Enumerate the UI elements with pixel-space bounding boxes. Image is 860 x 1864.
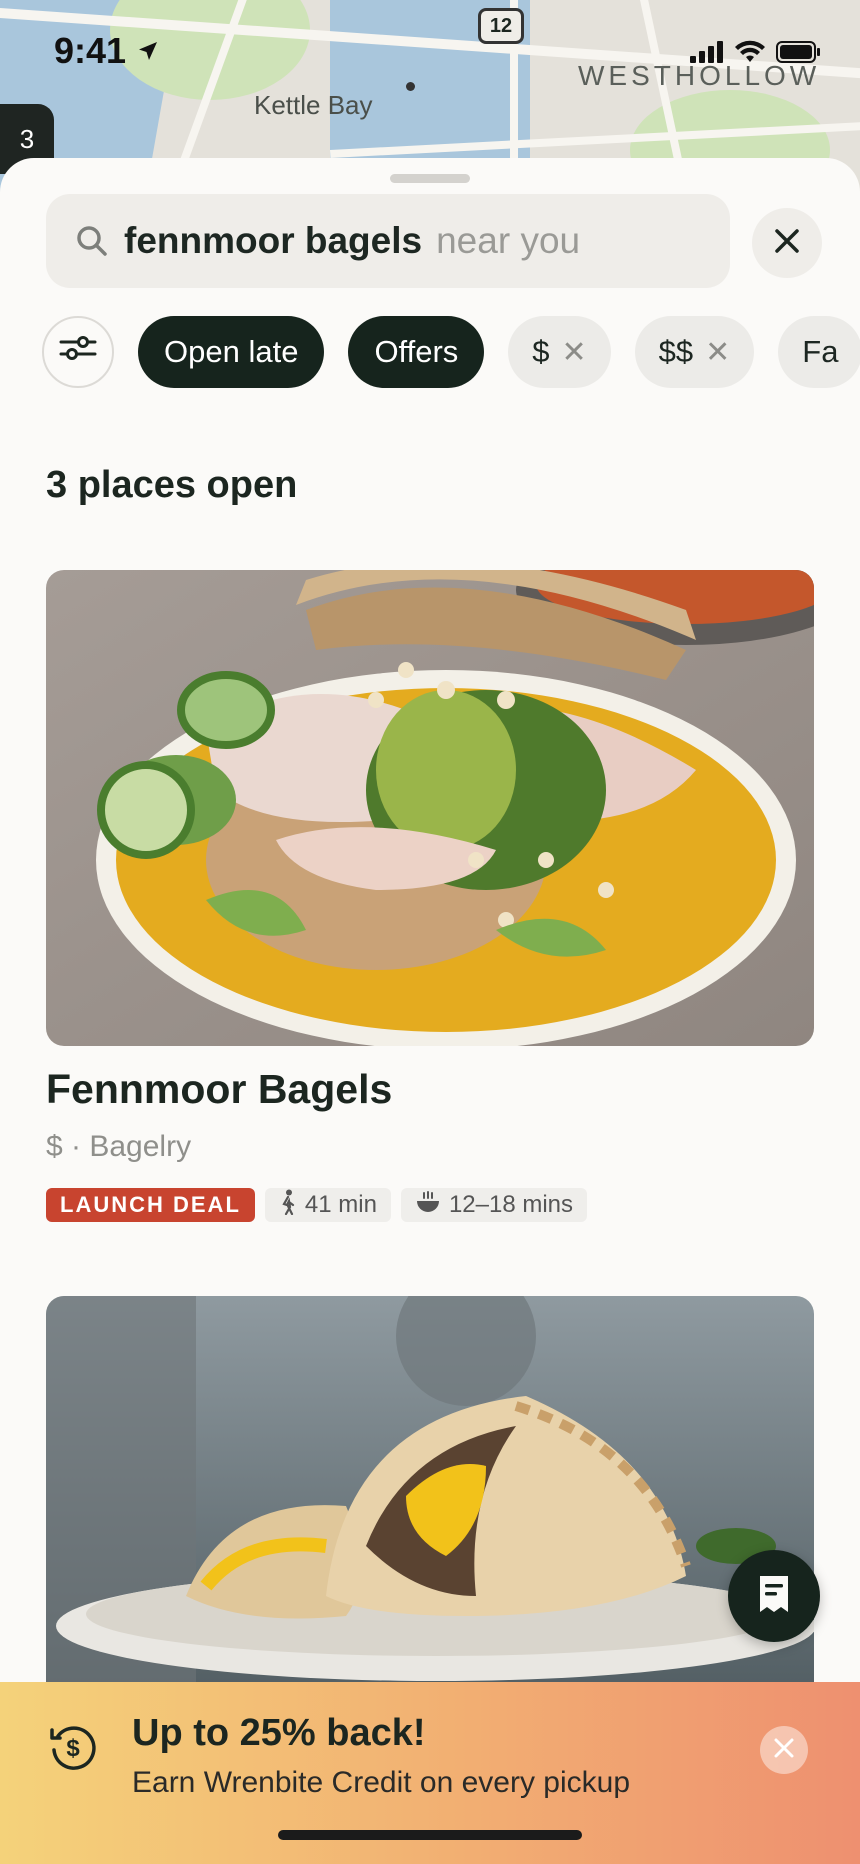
battery-icon xyxy=(776,40,822,69)
chip-label: Open late xyxy=(164,334,299,369)
prep-time: 12–18 mins xyxy=(448,1191,574,1218)
cellular-signal-icon xyxy=(690,41,724,68)
sheet-drag-handle[interactable] xyxy=(390,174,470,183)
remove-chip-icon[interactable]: ✕ xyxy=(705,335,730,370)
dismiss-promo-button[interactable] xyxy=(760,1726,808,1774)
walking-person-icon xyxy=(279,1189,297,1222)
close-icon xyxy=(773,1737,795,1764)
search-hint: near you xyxy=(436,220,581,261)
clock: 9:41 xyxy=(54,30,127,71)
promo-subtitle: Earn Wrenbite Credit on every pickup xyxy=(132,1766,631,1799)
results-count: 3 places open xyxy=(46,464,298,506)
filter-chips: Open late Offers $ ✕ $$ ✕ Fa xyxy=(42,314,860,390)
clear-search-button[interactable] xyxy=(752,208,822,278)
sliders-icon xyxy=(59,334,97,370)
walk-time: 41 min xyxy=(304,1191,377,1218)
location-arrow-icon xyxy=(136,30,160,72)
chip-price-1[interactable]: $ ✕ xyxy=(508,316,611,388)
chip-offers[interactable]: Offers xyxy=(348,316,485,388)
search-query[interactable]: fennmoor bagels xyxy=(124,220,422,262)
home-indicator[interactable] xyxy=(278,1830,582,1840)
cashback-icon: $ xyxy=(48,1722,98,1777)
search-icon xyxy=(74,223,110,259)
wifi-icon xyxy=(734,40,766,69)
map-place-label: Kettle Bay xyxy=(254,90,373,120)
route-shield: 12 xyxy=(478,8,524,44)
search-bar[interactable]: fennmoor bagels near you xyxy=(46,194,730,288)
prep-time-badge: 12–18 mins xyxy=(400,1188,588,1222)
map-dot xyxy=(406,82,415,91)
chip-label: Offers xyxy=(374,334,459,369)
chip-label: $ xyxy=(532,334,550,369)
promo-title: Up to 25% back! xyxy=(132,1712,426,1754)
receipt-icon xyxy=(756,1574,792,1619)
status-bar-time: 9:41 xyxy=(54,30,160,72)
remove-chip-icon[interactable]: ✕ xyxy=(562,335,587,370)
chip-price-2[interactable]: $$ ✕ xyxy=(634,316,755,388)
restaurant-photo[interactable] xyxy=(46,1296,814,1716)
chip-label: Fa xyxy=(802,334,839,369)
chip-open-late[interactable]: Open late xyxy=(138,316,325,388)
filters-button[interactable] xyxy=(42,316,114,388)
restaurant-subtitle: $ · Bagelry xyxy=(46,1130,192,1163)
status-bar-icons xyxy=(690,40,822,69)
walk-time-badge: 41 min xyxy=(264,1188,391,1222)
restaurant-photo[interactable] xyxy=(46,570,814,1046)
chip-partial[interactable]: Fa xyxy=(778,316,860,388)
svg-text:$: $ xyxy=(66,1735,80,1762)
restaurant-tags: LAUNCH DEAL 41 min 12–18 mins xyxy=(46,1188,588,1222)
bowl-icon xyxy=(415,1190,441,1221)
order-list-button[interactable] xyxy=(728,1550,820,1642)
restaurant-name[interactable]: Fennmoor Bagels xyxy=(46,1066,392,1113)
close-icon xyxy=(773,227,801,260)
deal-badge: LAUNCH DEAL xyxy=(46,1188,255,1222)
chip-label: $$ xyxy=(658,334,694,369)
